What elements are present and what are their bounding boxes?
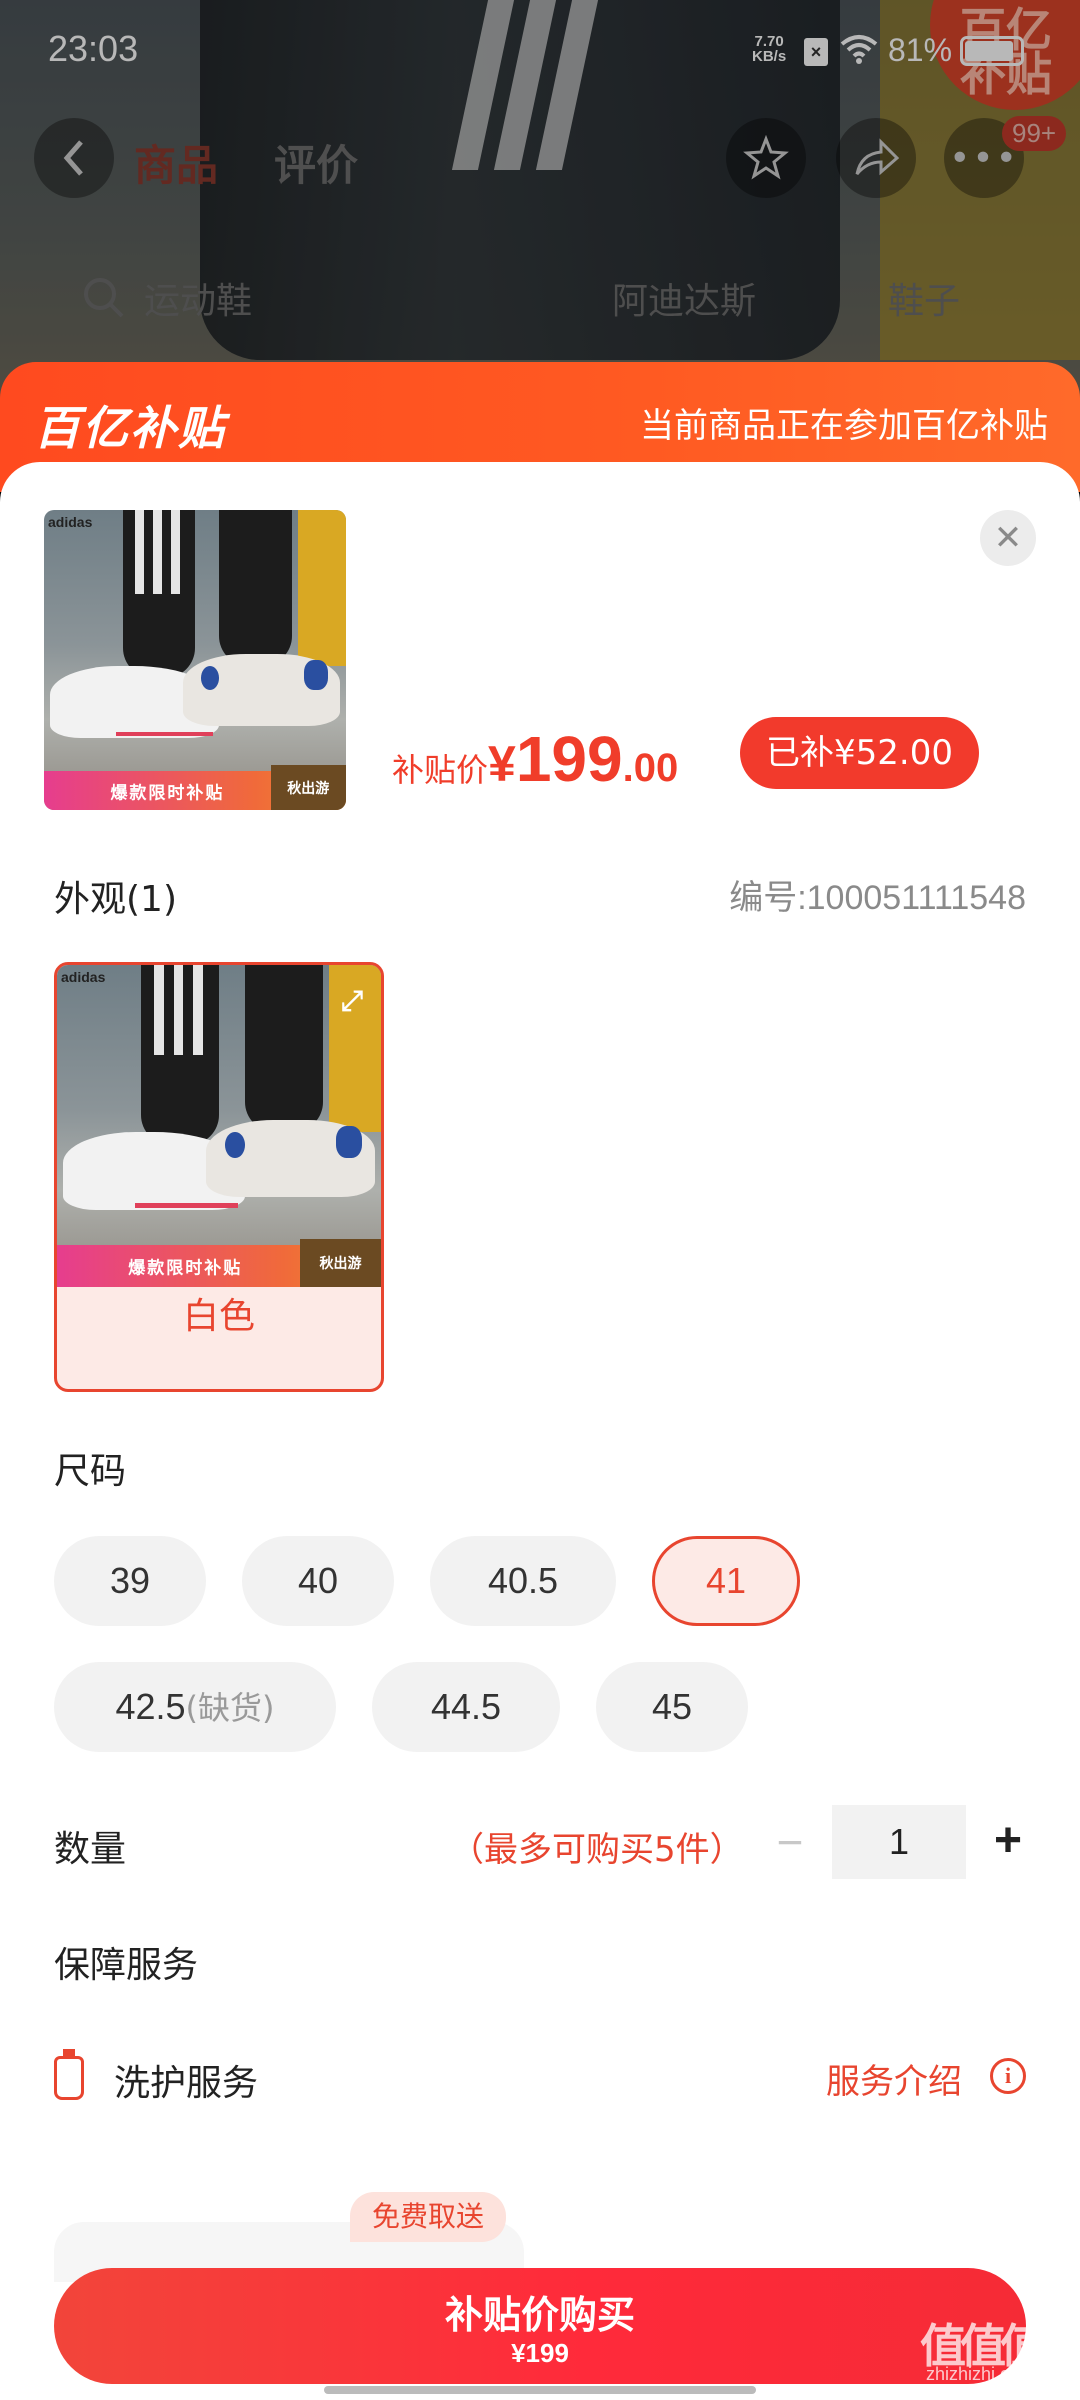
buy-button-label: 补贴价购买 (444, 2293, 635, 2337)
expand-icon[interactable]: ⤢ (341, 985, 363, 1018)
color-option-label: 白色 (182, 1296, 255, 1337)
size-option-39[interactable]: 39 (54, 1536, 206, 1626)
subsidy-logo: 百亿补贴 (34, 401, 226, 455)
size-option-40-5[interactable]: 40.5 (430, 1536, 616, 1626)
price-label: 补贴价 (392, 751, 489, 789)
price-currency: ¥ (488, 736, 516, 792)
price-decimal: .00 (622, 746, 679, 790)
site-watermark: 值值值 zhizhizhi.com (920, 2310, 1046, 2384)
spray-bottle-icon (54, 2049, 84, 2100)
size-option-40[interactable]: 40 (242, 1536, 394, 1626)
quantity-increase-button[interactable]: + (988, 1808, 1028, 1874)
home-indicator[interactable] (324, 2386, 756, 2394)
product-thumbnail: adidas 爆款限时补贴 秋出游 (44, 510, 346, 810)
buy-button-price: ¥199 (511, 2338, 569, 2368)
watermark-url: zhizhizhi.com (926, 2364, 1035, 2384)
brand-logo: adidas (61, 969, 106, 985)
service-title: 保障服务 (54, 1945, 199, 1986)
sku-selector-sheet: adidas 爆款限时补贴 秋出游 补贴价¥199.00 已补¥52.00 ✕ … (0, 462, 1080, 2400)
promo-corner-tag: 秋出游 (270, 765, 346, 810)
size-title: 尺码 (54, 1451, 127, 1492)
size-option-45[interactable]: 45 (596, 1662, 748, 1752)
close-button[interactable]: ✕ (980, 510, 1036, 566)
service-name: 洗护服务 (114, 2063, 259, 2104)
subsidy-buy-button[interactable]: 补贴价购买 ¥199 (54, 2268, 1026, 2384)
service-row-wash[interactable]: 洗护服务 服务介绍 i (54, 2042, 1026, 2122)
price-integer: 199 (515, 723, 623, 795)
promo-corner-tag: 秋出游 (300, 1238, 381, 1287)
subsidy-price: 补贴价¥199.00 (392, 722, 678, 796)
sku-number: 编号:100051111548 (729, 879, 1026, 917)
size-option-42-5[interactable]: 42.5(缺货) (54, 1662, 336, 1752)
size-option-41[interactable]: 41 (652, 1536, 800, 1626)
subsidy-amount-badge: 已补¥52.00 (740, 717, 979, 789)
brand-logo: adidas (48, 514, 93, 530)
out-of-stock-note: (缺货) (185, 1689, 275, 1727)
info-icon[interactable]: i (990, 2058, 1026, 2094)
free-pickup-tag: 免费取送 (350, 2192, 507, 2242)
quantity-input[interactable]: 1 (832, 1805, 966, 1879)
size-option-label: 42.5 (115, 1686, 186, 1727)
quantity-title: 数量 (54, 1829, 127, 1870)
color-option-white[interactable]: adidas 爆款限时补贴 秋出游 ⤢ 白色 (54, 962, 384, 1392)
quantity-decrease-button[interactable]: − (770, 1812, 810, 1872)
service-intro-link[interactable]: 服务介绍 (826, 2054, 962, 2103)
size-option-44-5[interactable]: 44.5 (372, 1662, 560, 1752)
appearance-title: 外观(1) (54, 879, 177, 920)
subsidy-notice: 当前商品正在参加百亿补贴 (640, 406, 1048, 446)
quantity-limit: （最多可购买5件） (450, 1830, 744, 1870)
close-icon: ✕ (993, 519, 1023, 557)
